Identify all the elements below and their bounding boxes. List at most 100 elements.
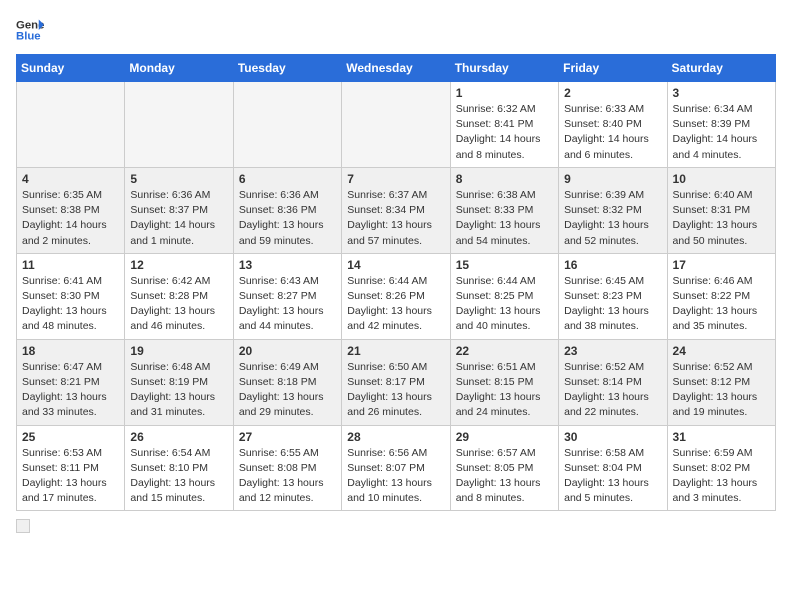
day-number: 19 bbox=[130, 344, 227, 358]
logo-icon: General Blue bbox=[16, 16, 44, 44]
day-cell: 28 Sunrise: 6:56 AM Sunset: 8:07 PM Dayli… bbox=[342, 425, 450, 511]
day-cell: 15 Sunrise: 6:44 AM Sunset: 8:25 PM Dayli… bbox=[450, 253, 558, 339]
day-number: 17 bbox=[673, 258, 770, 272]
day-number: 26 bbox=[130, 430, 227, 444]
day-cell bbox=[342, 82, 450, 168]
footer bbox=[16, 519, 776, 533]
page-header: General Blue bbox=[16, 16, 776, 44]
day-cell: 10 Sunrise: 6:40 AM Sunset: 8:31 PM Dayli… bbox=[667, 167, 775, 253]
calendar-table: SundayMondayTuesdayWednesdayThursdayFrid… bbox=[16, 54, 776, 511]
week-row-3: 11 Sunrise: 6:41 AM Sunset: 8:30 PM Dayli… bbox=[17, 253, 776, 339]
day-info: Sunrise: 6:36 AM Sunset: 8:36 PM Dayligh… bbox=[239, 188, 336, 249]
day-cell: 22 Sunrise: 6:51 AM Sunset: 8:15 PM Dayli… bbox=[450, 339, 558, 425]
day-cell bbox=[125, 82, 233, 168]
day-info: Sunrise: 6:50 AM Sunset: 8:17 PM Dayligh… bbox=[347, 360, 444, 421]
day-cell: 25 Sunrise: 6:53 AM Sunset: 8:11 PM Dayli… bbox=[17, 425, 125, 511]
day-info: Sunrise: 6:51 AM Sunset: 8:15 PM Dayligh… bbox=[456, 360, 553, 421]
day-number: 8 bbox=[456, 172, 553, 186]
day-info: Sunrise: 6:41 AM Sunset: 8:30 PM Dayligh… bbox=[22, 274, 119, 335]
day-info: Sunrise: 6:42 AM Sunset: 8:28 PM Dayligh… bbox=[130, 274, 227, 335]
day-cell: 4Sunrise: 6:35 AM Sunset: 8:38 PM Daylig… bbox=[17, 167, 125, 253]
day-number: 1 bbox=[456, 86, 553, 100]
day-number: 14 bbox=[347, 258, 444, 272]
day-info: Sunrise: 6:54 AM Sunset: 8:10 PM Dayligh… bbox=[130, 446, 227, 507]
day-cell: 9 Sunrise: 6:39 AM Sunset: 8:32 PM Daylig… bbox=[559, 167, 667, 253]
day-number: 20 bbox=[239, 344, 336, 358]
day-number: 23 bbox=[564, 344, 661, 358]
day-number: 29 bbox=[456, 430, 553, 444]
day-cell: 1 Sunrise: 6:32 AM Sunset: 8:41 PM Daylig… bbox=[450, 82, 558, 168]
day-number: 22 bbox=[456, 344, 553, 358]
week-row-2: 4Sunrise: 6:35 AM Sunset: 8:38 PM Daylig… bbox=[17, 167, 776, 253]
week-row-4: 18Sunrise: 6:47 AM Sunset: 8:21 PM Dayli… bbox=[17, 339, 776, 425]
day-info: Sunrise: 6:34 AM Sunset: 8:39 PM Dayligh… bbox=[673, 102, 770, 163]
day-info: Sunrise: 6:33 AM Sunset: 8:40 PM Dayligh… bbox=[564, 102, 661, 163]
day-cell: 11 Sunrise: 6:41 AM Sunset: 8:30 PM Dayli… bbox=[17, 253, 125, 339]
day-info: Sunrise: 6:44 AM Sunset: 8:25 PM Dayligh… bbox=[456, 274, 553, 335]
day-number: 31 bbox=[673, 430, 770, 444]
day-cell: 20 Sunrise: 6:49 AM Sunset: 8:18 PM Dayli… bbox=[233, 339, 341, 425]
day-cell: 26 Sunrise: 6:54 AM Sunset: 8:10 PM Dayli… bbox=[125, 425, 233, 511]
day-info: Sunrise: 6:56 AM Sunset: 8:07 PM Dayligh… bbox=[347, 446, 444, 507]
day-number: 13 bbox=[239, 258, 336, 272]
day-info: Sunrise: 6:32 AM Sunset: 8:41 PM Dayligh… bbox=[456, 102, 553, 163]
day-number: 2 bbox=[564, 86, 661, 100]
day-number: 16 bbox=[564, 258, 661, 272]
day-info: Sunrise: 6:38 AM Sunset: 8:33 PM Dayligh… bbox=[456, 188, 553, 249]
day-cell: 18Sunrise: 6:47 AM Sunset: 8:21 PM Dayli… bbox=[17, 339, 125, 425]
day-number: 5 bbox=[130, 172, 227, 186]
day-number: 7 bbox=[347, 172, 444, 186]
day-number: 28 bbox=[347, 430, 444, 444]
week-row-5: 25 Sunrise: 6:53 AM Sunset: 8:11 PM Dayli… bbox=[17, 425, 776, 511]
day-cell: 31 Sunrise: 6:59 AM Sunset: 8:02 PM Dayli… bbox=[667, 425, 775, 511]
day-info: Sunrise: 6:37 AM Sunset: 8:34 PM Dayligh… bbox=[347, 188, 444, 249]
day-info: Sunrise: 6:52 AM Sunset: 8:14 PM Dayligh… bbox=[564, 360, 661, 421]
day-cell: 5 Sunrise: 6:36 AM Sunset: 8:37 PM Daylig… bbox=[125, 167, 233, 253]
day-info: Sunrise: 6:57 AM Sunset: 8:05 PM Dayligh… bbox=[456, 446, 553, 507]
col-header-friday: Friday bbox=[559, 55, 667, 82]
day-info: Sunrise: 6:49 AM Sunset: 8:18 PM Dayligh… bbox=[239, 360, 336, 421]
day-cell: 14 Sunrise: 6:44 AM Sunset: 8:26 PM Dayli… bbox=[342, 253, 450, 339]
day-info: Sunrise: 6:59 AM Sunset: 8:02 PM Dayligh… bbox=[673, 446, 770, 507]
day-number: 10 bbox=[673, 172, 770, 186]
day-number: 6 bbox=[239, 172, 336, 186]
day-info: Sunrise: 6:58 AM Sunset: 8:04 PM Dayligh… bbox=[564, 446, 661, 507]
day-cell: 3 Sunrise: 6:34 AM Sunset: 8:39 PM Daylig… bbox=[667, 82, 775, 168]
day-info: Sunrise: 6:40 AM Sunset: 8:31 PM Dayligh… bbox=[673, 188, 770, 249]
day-info: Sunrise: 6:46 AM Sunset: 8:22 PM Dayligh… bbox=[673, 274, 770, 335]
day-number: 15 bbox=[456, 258, 553, 272]
day-number: 9 bbox=[564, 172, 661, 186]
svg-text:Blue: Blue bbox=[16, 31, 41, 43]
day-info: Sunrise: 6:45 AM Sunset: 8:23 PM Dayligh… bbox=[564, 274, 661, 335]
day-info: Sunrise: 6:53 AM Sunset: 8:11 PM Dayligh… bbox=[22, 446, 119, 507]
day-number: 24 bbox=[673, 344, 770, 358]
col-header-saturday: Saturday bbox=[667, 55, 775, 82]
day-cell bbox=[17, 82, 125, 168]
col-header-tuesday: Tuesday bbox=[233, 55, 341, 82]
day-cell: 6 Sunrise: 6:36 AM Sunset: 8:36 PM Daylig… bbox=[233, 167, 341, 253]
day-info: Sunrise: 6:44 AM Sunset: 8:26 PM Dayligh… bbox=[347, 274, 444, 335]
day-number: 3 bbox=[673, 86, 770, 100]
day-info: Sunrise: 6:35 AM Sunset: 8:38 PM Dayligh… bbox=[22, 188, 119, 249]
day-cell: 21 Sunrise: 6:50 AM Sunset: 8:17 PM Dayli… bbox=[342, 339, 450, 425]
day-cell: 29 Sunrise: 6:57 AM Sunset: 8:05 PM Dayli… bbox=[450, 425, 558, 511]
day-cell: 7 Sunrise: 6:37 AM Sunset: 8:34 PM Daylig… bbox=[342, 167, 450, 253]
day-number: 25 bbox=[22, 430, 119, 444]
day-cell: 17 Sunrise: 6:46 AM Sunset: 8:22 PM Dayli… bbox=[667, 253, 775, 339]
week-row-1: 1 Sunrise: 6:32 AM Sunset: 8:41 PM Daylig… bbox=[17, 82, 776, 168]
day-number: 27 bbox=[239, 430, 336, 444]
day-cell: 27Sunrise: 6:55 AM Sunset: 8:08 PM Dayli… bbox=[233, 425, 341, 511]
day-cell: 16 Sunrise: 6:45 AM Sunset: 8:23 PM Dayli… bbox=[559, 253, 667, 339]
day-info: Sunrise: 6:47 AM Sunset: 8:21 PM Dayligh… bbox=[22, 360, 119, 421]
day-cell: 8 Sunrise: 6:38 AM Sunset: 8:33 PM Daylig… bbox=[450, 167, 558, 253]
day-number: 12 bbox=[130, 258, 227, 272]
day-cell: 13Sunrise: 6:43 AM Sunset: 8:27 PM Dayli… bbox=[233, 253, 341, 339]
day-number: 11 bbox=[22, 258, 119, 272]
day-cell: 12 Sunrise: 6:42 AM Sunset: 8:28 PM Dayli… bbox=[125, 253, 233, 339]
col-header-wednesday: Wednesday bbox=[342, 55, 450, 82]
logo: General Blue bbox=[16, 16, 44, 44]
day-info: Sunrise: 6:36 AM Sunset: 8:37 PM Dayligh… bbox=[130, 188, 227, 249]
day-number: 21 bbox=[347, 344, 444, 358]
day-info: Sunrise: 6:39 AM Sunset: 8:32 PM Dayligh… bbox=[564, 188, 661, 249]
day-cell: 30Sunrise: 6:58 AM Sunset: 8:04 PM Dayli… bbox=[559, 425, 667, 511]
